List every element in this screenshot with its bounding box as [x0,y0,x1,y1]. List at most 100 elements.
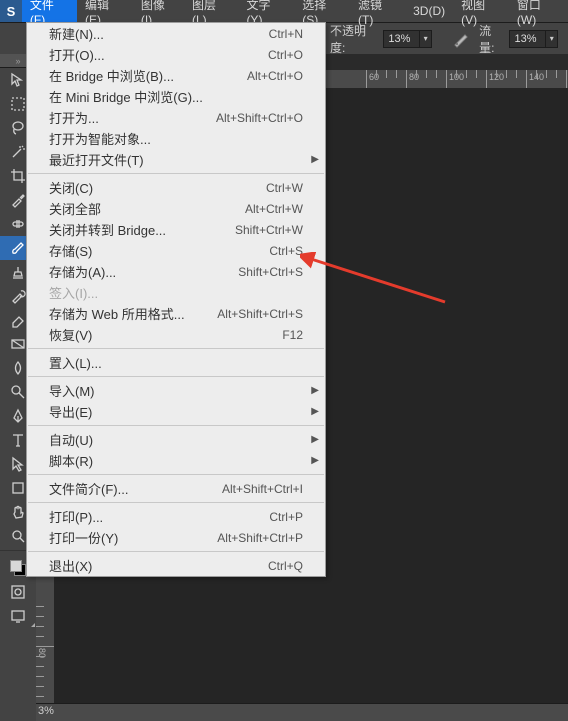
flow-chevron-icon[interactable]: ▾ [546,30,558,48]
opacity-field[interactable]: 13% [383,30,420,48]
menu-item-1[interactable]: 打开(O)...Ctrl+O [27,44,325,65]
ruler-minor-tick [516,70,517,78]
menu-3[interactable]: 图层(L) [184,0,238,22]
menu-separator [28,502,324,503]
ruler-tick: 100 [446,70,447,88]
quick-mask-toggle[interactable] [0,580,36,604]
menu-item-20[interactable]: 导出(E) ▶ [27,401,325,422]
menu-item-label: 存储为(A)... [49,262,238,281]
ruler-minor-tick [36,626,44,627]
ruler-minor-tick [386,70,387,78]
menu-item-9[interactable]: 关闭全部Alt+Ctrl+W [27,198,325,219]
ruler-tick: 80 [36,646,54,647]
menu-item-5[interactable]: 打开为智能对象... [27,128,325,149]
opacity-chevron-icon[interactable]: ▾ [420,30,432,48]
menu-item-12[interactable]: 存储为(A)...Shift+Ctrl+S [27,261,325,282]
menu-item-11[interactable]: 存储(S)Ctrl+S [27,240,325,261]
menu-2[interactable]: 图像(I) [133,0,184,22]
menu-item-shortcut: Ctrl+N [269,27,303,41]
menu-item-30[interactable]: 退出(X)Ctrl+Q [27,555,325,576]
menu-item-4[interactable]: 打开为...Alt+Shift+Ctrl+O [27,107,325,128]
menu-item-shortcut: Alt+Ctrl+O [247,69,303,83]
menu-item-label: 关闭全部 [49,199,245,218]
menu-item-15[interactable]: 恢复(V)F12 [27,324,325,345]
menu-item-shortcut: Alt+Shift+Ctrl+I [222,482,303,496]
menu-item-8[interactable]: 关闭(C)Ctrl+W [27,177,325,198]
screen-mode-toggle[interactable] [0,604,36,628]
pressure-opacity-icon[interactable] [450,28,471,50]
menu-7[interactable]: 3D(D) [405,0,453,22]
menu-item-shortcut: Ctrl+P [269,510,303,524]
menu-item-shortcut: Ctrl+W [266,181,303,195]
ruler-tick: 160 [566,70,567,88]
menu-item-label: 关闭并转到 Bridge... [49,220,235,239]
menu-bar: S 文件(F)编辑(E)图像(I)图层(L)文字(Y)选择(S)滤镜(T)3D(… [0,0,568,22]
menu-item-label: 导入(M) [49,381,303,400]
menu-item-17[interactable]: 置入(L)... [27,352,325,373]
menu-6[interactable]: 滤镜(T) [350,0,405,22]
submenu-arrow-icon: ▶ [311,406,319,417]
menu-5[interactable]: 选择(S) [294,0,350,22]
menu-item-label: 在 Bridge 中浏览(B)... [49,66,247,85]
menu-item-label: 恢复(V) [49,325,282,344]
menu-item-3[interactable]: 在 Mini Bridge 中浏览(G)... [27,86,325,107]
file-menu-dropdown: 新建(N)...Ctrl+N打开(O)...Ctrl+O在 Bridge 中浏览… [26,22,326,577]
menu-item-label: 在 Mini Bridge 中浏览(G)... [49,87,303,106]
ruler-minor-tick [416,70,417,78]
menu-9[interactable]: 窗口(W) [509,0,568,22]
opacity-label: 不透明度: [330,22,379,56]
menu-item-shortcut: F12 [282,328,303,342]
menu-item-label: 打印(P)... [49,507,269,526]
ruler-minor-tick [36,696,44,697]
ruler-tick: 120 [486,70,487,88]
menu-item-19[interactable]: 导入(M) ▶ [27,380,325,401]
ruler-minor-tick [496,70,497,78]
status-bar: 3% [36,703,568,721]
menu-item-23[interactable]: 脚本(R)▶ [27,450,325,471]
ruler-tick: 60 [366,70,367,88]
ruler-minor-tick [426,70,427,78]
menu-item-0[interactable]: 新建(N)...Ctrl+N [27,23,325,44]
ruler-minor-tick [546,70,547,78]
ruler-minor-tick [396,70,397,78]
menu-item-label: 签入(I)... [49,283,303,302]
menu-item-label: 打开(O)... [49,45,268,64]
menu-item-14[interactable]: 存储为 Web 所用格式...Alt+Shift+Ctrl+S [27,303,325,324]
menu-item-shortcut: Shift+Ctrl+S [238,265,303,279]
menu-item-6[interactable]: 最近打开文件(T)▶ [27,149,325,170]
ruler-minor-tick [436,70,437,78]
ruler-minor-tick [556,70,557,78]
ruler-minor-tick [536,70,537,78]
menu-item-shortcut: Alt+Shift+Ctrl+S [217,307,303,321]
ruler-minor-tick [36,676,44,677]
menu-item-28[interactable]: 打印一份(Y)Alt+Shift+Ctrl+P [27,527,325,548]
menu-item-2[interactable]: 在 Bridge 中浏览(B)...Alt+Ctrl+O [27,65,325,86]
flow-field[interactable]: 13% [509,30,546,48]
menu-item-10[interactable]: 关闭并转到 Bridge...Shift+Ctrl+W [27,219,325,240]
menu-item-label: 关闭(C) [49,178,266,197]
menu-item-22[interactable]: 自动(U)▶ [27,429,325,450]
menu-item-27[interactable]: 打印(P)...Ctrl+P [27,506,325,527]
menu-item-shortcut: Ctrl+S [269,244,303,258]
menu-item-label: 存储为 Web 所用格式... [49,304,217,323]
flow-label: 流量: [479,22,505,56]
menu-separator [28,551,324,552]
ruler-minor-tick [36,656,44,657]
menu-1[interactable]: 编辑(E) [77,0,133,22]
ruler-minor-tick [36,666,44,667]
zoom-display[interactable]: 3% [38,705,54,717]
menu-8[interactable]: 视图(V) [453,0,509,22]
menu-item-shortcut: Alt+Shift+Ctrl+P [217,531,303,545]
menu-item-label: 自动(U) [49,430,303,449]
ruler-minor-tick [36,686,44,687]
menu-separator [28,348,324,349]
ruler-minor-tick [476,70,477,78]
ruler-minor-tick [466,70,467,78]
menu-4[interactable]: 文字(Y) [238,0,294,22]
menu-item-25[interactable]: 文件简介(F)...Alt+Shift+Ctrl+I [27,478,325,499]
menu-item-label: 导出(E) [49,402,303,421]
menu-item-shortcut: Alt+Shift+Ctrl+O [216,111,303,125]
submenu-arrow-icon: ▶ [311,385,319,396]
menu-0[interactable]: 文件(F) [22,0,77,22]
menu-item-label: 脚本(R) [49,451,303,470]
